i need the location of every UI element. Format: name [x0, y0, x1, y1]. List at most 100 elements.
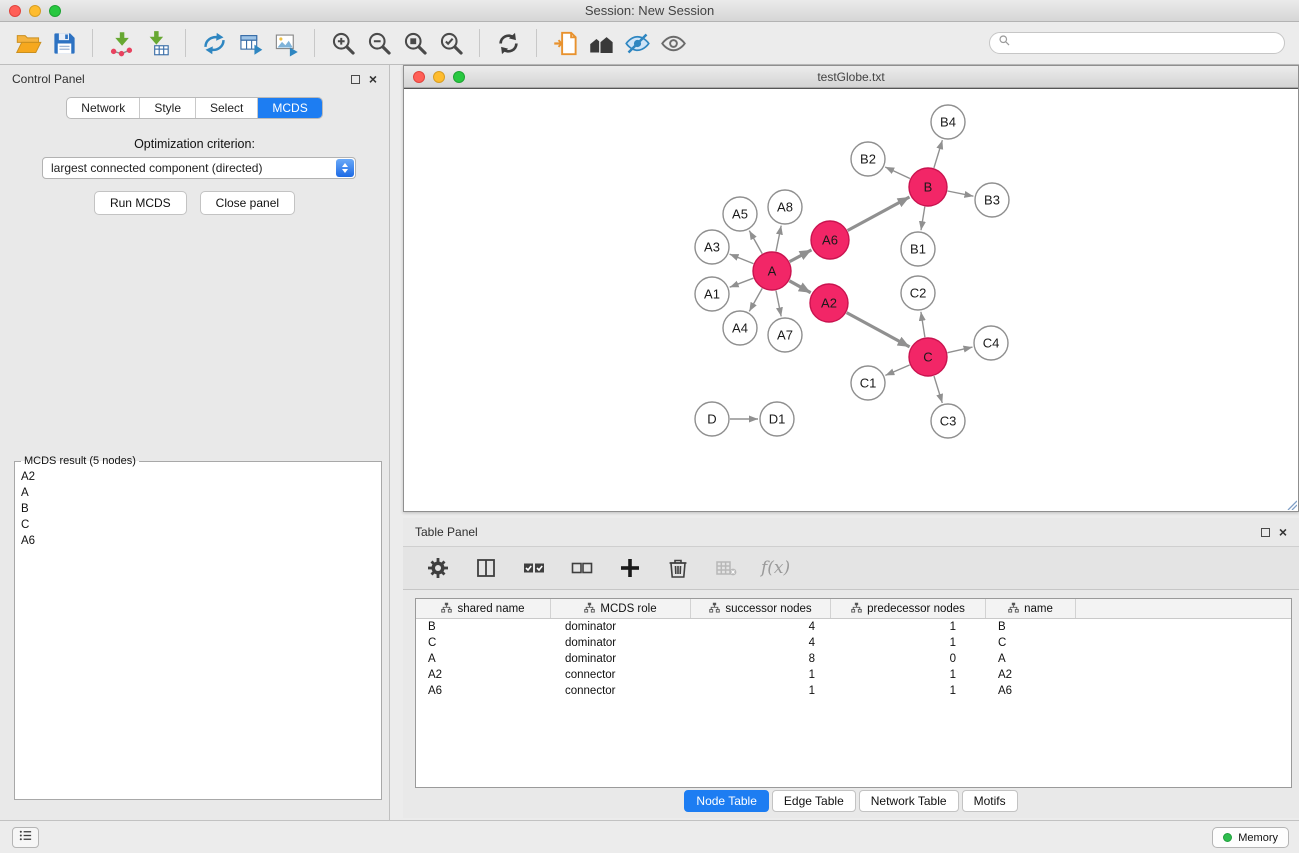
tab-motifs[interactable]: Motifs — [962, 790, 1018, 812]
table-row[interactable]: Adominator80A — [416, 651, 1291, 667]
network-node-C3[interactable]: C3 — [931, 404, 965, 438]
search-input[interactable] — [1015, 36, 1276, 50]
tab-edge-table[interactable]: Edge Table — [772, 790, 856, 812]
table-cell[interactable]: dominator — [551, 653, 691, 665]
zoom-in-button[interactable] — [325, 26, 361, 60]
column-header-successor-nodes[interactable]: successor nodes — [691, 599, 831, 618]
select-all-button[interactable] — [517, 551, 551, 585]
delete-table-button[interactable] — [709, 551, 743, 585]
zoom-out-button[interactable] — [361, 26, 397, 60]
table-row[interactable]: A2connector11A2 — [416, 667, 1291, 683]
table-row[interactable]: Bdominator41B — [416, 619, 1291, 635]
mcds-result-item[interactable]: C — [21, 517, 375, 533]
network-node-D[interactable]: D — [695, 402, 729, 436]
open-document-button[interactable] — [547, 26, 583, 60]
network-node-A1[interactable]: A1 — [695, 277, 729, 311]
function-builder-button[interactable]: f(x) — [757, 551, 790, 585]
close-panel-icon[interactable] — [369, 75, 377, 84]
show-graphics-details-button[interactable] — [619, 26, 655, 60]
column-header-name[interactable]: name — [986, 599, 1076, 618]
deselect-all-button[interactable] — [565, 551, 599, 585]
table-cell[interactable]: dominator — [551, 637, 691, 649]
node-table[interactable]: shared nameMCDS rolesuccessor nodesprede… — [415, 598, 1292, 788]
table-row[interactable]: Cdominator41C — [416, 635, 1291, 651]
table-cell[interactable]: C — [416, 637, 551, 649]
zoom-fit-button[interactable] — [397, 26, 433, 60]
network-node-C4[interactable]: C4 — [974, 326, 1008, 360]
network-edge-A-A6[interactable] — [790, 250, 812, 262]
import-table-button[interactable] — [139, 26, 175, 60]
open-session-button[interactable] — [10, 26, 46, 60]
network-edge-B-B2[interactable] — [885, 167, 910, 179]
network-node-B3[interactable]: B3 — [975, 183, 1009, 217]
network-edge-B-B3[interactable] — [948, 191, 974, 196]
table-cell[interactable]: A — [416, 653, 551, 665]
network-node-A6[interactable]: A6 — [811, 221, 849, 259]
optimization-dropdown[interactable]: largest connected component (directed) — [42, 157, 356, 179]
table-cell[interactable]: dominator — [551, 621, 691, 633]
network-graph[interactable]: B4B2BB3A5A8A6B1A3AC2A1A2A4A7C4CC1DD1C3 — [404, 89, 1298, 512]
table-cell[interactable]: connector — [551, 685, 691, 697]
zoom-selected-button[interactable] — [433, 26, 469, 60]
network-canvas[interactable]: B4B2BB3A5A8A6B1A3AC2A1A2A4A7C4CC1DD1C3 — [404, 88, 1298, 511]
table-cell[interactable]: 1 — [831, 669, 986, 681]
network-node-A7[interactable]: A7 — [768, 318, 802, 352]
table-cell[interactable]: 1 — [831, 685, 986, 697]
mcds-result-item[interactable]: A6 — [21, 533, 375, 549]
network-node-B[interactable]: B — [909, 168, 947, 206]
network-edge-A-A5[interactable] — [749, 231, 762, 254]
table-cell[interactable]: A6 — [986, 685, 1076, 697]
column-header-shared-name[interactable]: shared name — [416, 599, 551, 618]
table-settings-button[interactable] — [421, 551, 455, 585]
network-edge-C-C4[interactable] — [948, 347, 973, 353]
network-node-A8[interactable]: A8 — [768, 190, 802, 224]
table-cell[interactable]: 4 — [691, 621, 831, 633]
run-mcds-button[interactable]: Run MCDS — [94, 191, 187, 215]
network-node-B1[interactable]: B1 — [901, 232, 935, 266]
tab-network[interactable]: Network — [67, 98, 140, 118]
network-window-titlebar[interactable]: testGlobe.txt — [404, 66, 1298, 88]
table-cell[interactable]: 1 — [691, 685, 831, 697]
hide-graphics-details-button[interactable] — [655, 26, 691, 60]
table-cell[interactable]: 1 — [831, 621, 986, 633]
float-panel-icon[interactable] — [351, 75, 360, 84]
network-node-B2[interactable]: B2 — [851, 142, 885, 176]
network-node-C1[interactable]: C1 — [851, 366, 885, 400]
column-header-mcds-role[interactable]: MCDS role — [551, 599, 691, 618]
table-cell[interactable]: 0 — [831, 653, 986, 665]
tab-style[interactable]: Style — [140, 98, 196, 118]
home-button[interactable] — [583, 26, 619, 60]
save-session-button[interactable] — [46, 26, 82, 60]
table-cell[interactable]: 1 — [691, 669, 831, 681]
network-edge-A6-B[interactable] — [848, 197, 910, 231]
network-edge-A-A8[interactable] — [776, 226, 781, 252]
network-edge-A-A1[interactable] — [730, 278, 754, 287]
table-cell[interactable]: A2 — [416, 669, 551, 681]
column-header-predecessor-nodes[interactable]: predecessor nodes — [831, 599, 986, 618]
resize-corner-icon[interactable] — [1284, 497, 1297, 510]
search-box[interactable] — [989, 32, 1285, 54]
table-cell[interactable]: A2 — [986, 669, 1076, 681]
network-edge-C-C1[interactable] — [885, 365, 909, 375]
float-table-panel-icon[interactable] — [1261, 528, 1270, 537]
network-edge-C-C3[interactable] — [934, 376, 942, 403]
mcds-result-item[interactable]: B — [21, 501, 375, 517]
network-node-A[interactable]: A — [753, 252, 791, 290]
export-image-button[interactable] — [268, 26, 304, 60]
network-node-A3[interactable]: A3 — [695, 230, 729, 264]
refresh-button[interactable] — [490, 26, 526, 60]
network-edge-A-A7[interactable] — [776, 291, 781, 317]
delete-rows-button[interactable] — [661, 551, 695, 585]
tab-mcds[interactable]: MCDS — [258, 98, 321, 118]
table-cell[interactable]: B — [416, 621, 551, 633]
tab-network-table[interactable]: Network Table — [859, 790, 959, 812]
import-network-button[interactable] — [103, 26, 139, 60]
table-row[interactable]: A6connector11A6 — [416, 683, 1291, 699]
network-arrows-button[interactable] — [196, 26, 232, 60]
tab-node-table[interactable]: Node Table — [684, 790, 769, 812]
table-cell[interactable]: C — [986, 637, 1076, 649]
memory-button[interactable]: Memory — [1212, 827, 1289, 848]
close-panel-button[interactable]: Close panel — [200, 191, 295, 215]
network-node-D1[interactable]: D1 — [760, 402, 794, 436]
network-edge-A-A3[interactable] — [730, 254, 754, 264]
